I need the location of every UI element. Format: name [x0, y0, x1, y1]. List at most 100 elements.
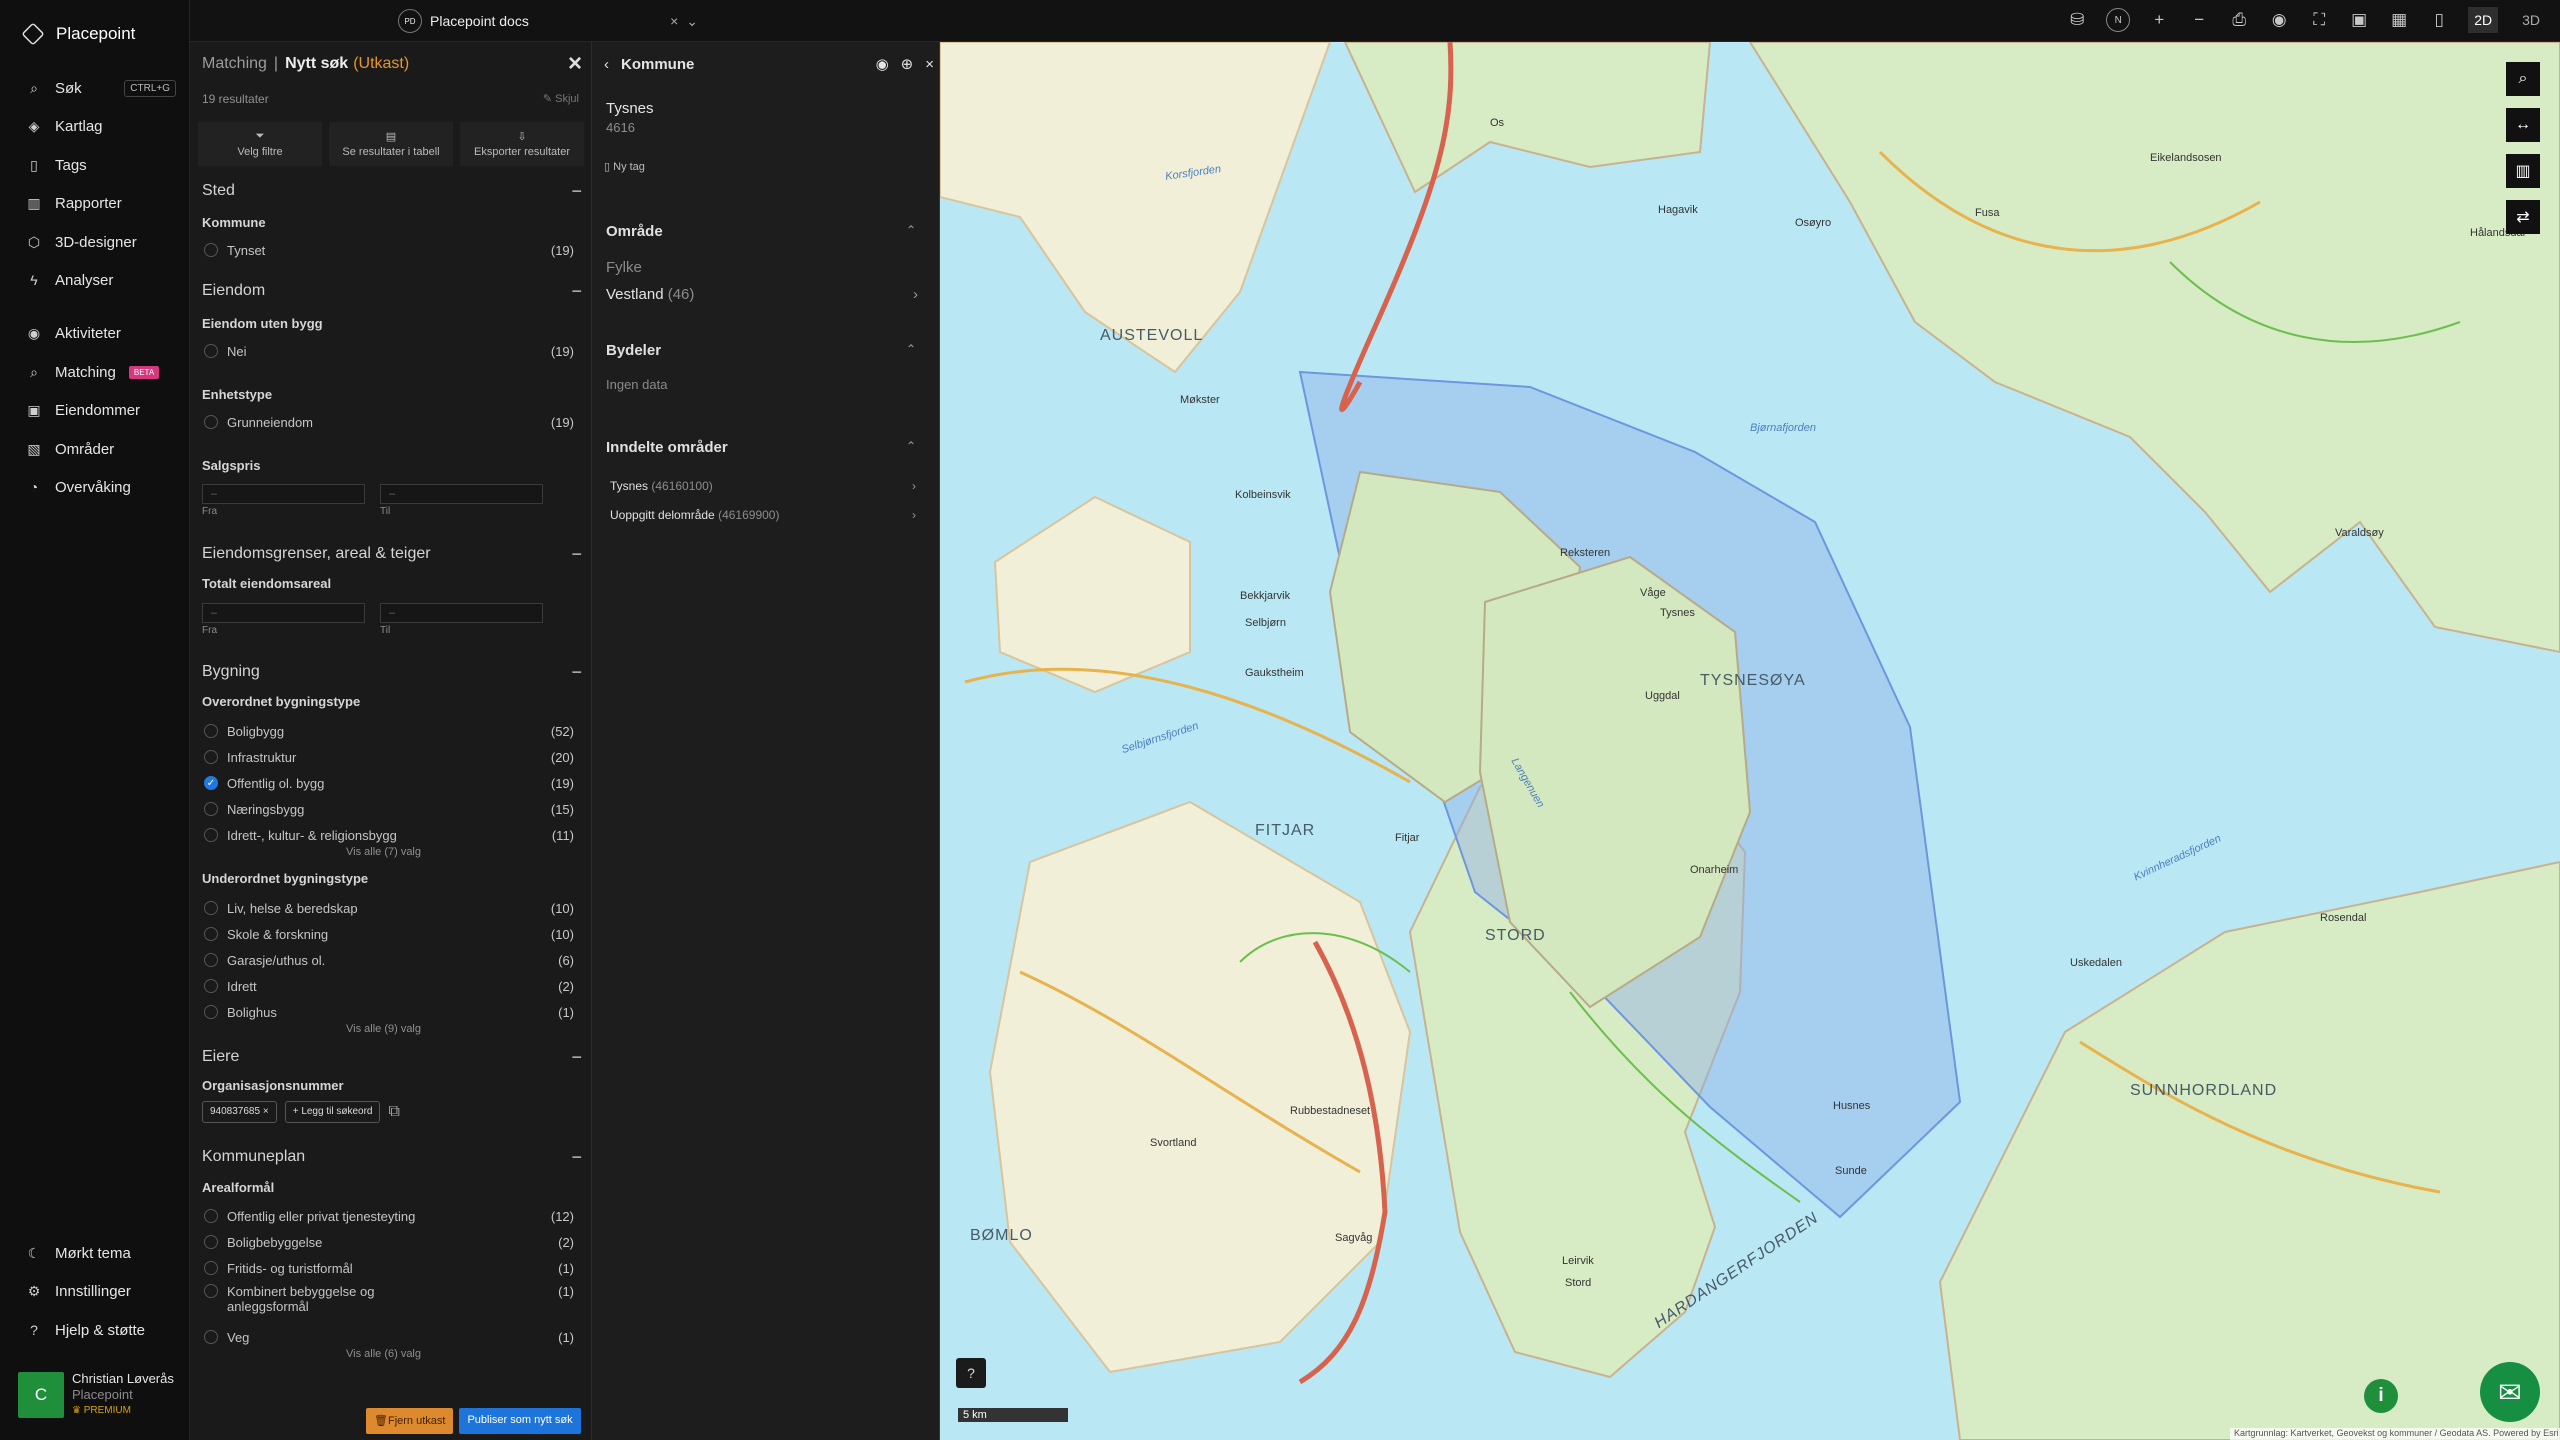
select-chevron-icon[interactable]: ⌄ [686, 13, 698, 30]
compass-icon[interactable]: N [2106, 8, 2131, 32]
measure-icon[interactable]: ↔ [2506, 108, 2540, 142]
nav-item-overvaking[interactable]: ◔ Overvåking [26, 473, 176, 501]
section-grenser[interactable]: Eiendomsgrenser, areal & teiger − [202, 542, 582, 566]
workspace-selector[interactable]: PD Placepoint docs × ⌄ [398, 8, 698, 34]
section-bydeler[interactable]: Bydeler ⌃ [606, 342, 916, 359]
add-search-button[interactable]: + Legg til søkeord [284, 1101, 381, 1123]
organization-chip[interactable]: 940837685 × [202, 1101, 277, 1123]
filter-option[interactable]: Fritids- og turistformål (1) [204, 1258, 574, 1278]
chart-icon[interactable]: ▥ [2506, 154, 2540, 188]
price-from-input[interactable]: – [202, 484, 365, 504]
checkbox[interactable] [204, 927, 218, 941]
chevron-up-icon[interactable]: ⌃ [906, 223, 916, 240]
map-canvas[interactable]: AUSTEVOLL Kolbeinsvik Møkster Bekkjarvik… [940, 42, 2560, 1440]
nav-item-3d-designer[interactable]: ⬡ 3D-designer [26, 228, 176, 256]
remove-draft-button[interactable]: 🗑Fjern utkast [366, 1408, 454, 1434]
layers-stack-icon[interactable]: ⛁ [2066, 9, 2088, 31]
collapse-icon[interactable]: − [571, 1147, 582, 1168]
filter-option[interactable]: Boligbebyggelse (2) [204, 1232, 574, 1252]
checkbox[interactable] [204, 344, 218, 358]
map-help-icon[interactable]: ? [956, 1358, 986, 1388]
back-icon[interactable]: ‹ [604, 56, 609, 73]
collapse-icon[interactable]: − [571, 662, 582, 683]
filter-option[interactable]: Offentlig eller privat tjenesteyting (12) [204, 1206, 574, 1226]
new-tag-button[interactable]: ▯ Ny tag [604, 160, 645, 173]
filter-option[interactable]: Kombinert bebyggelse og anleggsformål (1) [204, 1284, 574, 1322]
filter-option[interactable]: Grunneiendom (19) [204, 412, 574, 432]
checkbox[interactable] [204, 1261, 218, 1275]
checkbox[interactable] [204, 243, 218, 257]
filter-option[interactable]: Skole & forskning (10) [204, 924, 574, 944]
2d-mode-button[interactable]: 2D [2468, 7, 2499, 33]
filter-option[interactable]: Garasje/uthus ol. (6) [204, 950, 574, 970]
zoom-in-icon[interactable]: + [2148, 9, 2170, 31]
filter-option[interactable]: Liv, helse & beredskap (10) [204, 898, 574, 918]
chat-icon[interactable]: ✉ [2480, 1362, 2540, 1422]
eye-icon[interactable]: ◉ [2268, 9, 2290, 31]
zoom-out-icon[interactable]: − [2188, 9, 2210, 31]
filter-option[interactable]: Tynset (19) [204, 240, 574, 260]
area-from-input[interactable]: – [202, 603, 365, 623]
nav-item-eiendommer[interactable]: ▣ Eiendommer [26, 396, 176, 424]
collapse-icon[interactable]: − [571, 181, 582, 202]
checkbox[interactable] [204, 953, 218, 967]
fullscreen-icon[interactable]: ⛶ [2308, 9, 2330, 31]
bookmark-icon[interactable]: ▯ [2428, 9, 2450, 31]
checked-icon[interactable]: ✓ [204, 776, 218, 790]
chevron-up-icon[interactable]: ⌃ [906, 342, 916, 359]
nav-item-settings[interactable]: ⚙ Innstillinger [26, 1277, 176, 1305]
hide-button[interactable]: ✎ Skjul [543, 92, 579, 105]
checkbox[interactable] [204, 828, 218, 842]
county-row[interactable]: Vestland (46) › [606, 286, 918, 303]
close-icon[interactable]: × [568, 50, 582, 78]
remove-icon[interactable]: × [263, 1106, 269, 1117]
close-icon[interactable]: × [925, 56, 934, 73]
area-to-input[interactable]: – [380, 603, 543, 623]
eye-icon[interactable]: ◉ [876, 55, 889, 73]
nav-item-dark-theme[interactable]: ☾ Mørkt tema [26, 1239, 176, 1267]
view-table-button[interactable]: ▤ Se resultater i tabell [329, 122, 453, 166]
area-search-icon[interactable]: ⌕ [2506, 62, 2540, 96]
checkbox[interactable] [204, 750, 218, 764]
export-results-button[interactable]: ⇩ Eksporter resultater [460, 122, 584, 166]
section-bygning[interactable]: Bygning − [202, 660, 582, 684]
brand[interactable]: Placepoint [21, 20, 135, 48]
map-graphic[interactable] [940, 42, 2560, 1440]
nav-item-rapporter[interactable]: ▥ Rapporter [26, 189, 176, 217]
checkbox[interactable] [204, 1330, 218, 1344]
section-inndelte[interactable]: Inndelte områder ⌃ [606, 439, 916, 456]
nav-item-matching[interactable]: ⌕ Matching BETA [26, 358, 176, 386]
section-eiere[interactable]: Eiere − [202, 1045, 582, 1069]
filter-option[interactable]: Infrastruktur (20) [204, 747, 574, 767]
filter-option[interactable]: Boligbygg (52) [204, 721, 574, 741]
publish-button[interactable]: Publiser som nytt søk [459, 1408, 581, 1434]
filter-option[interactable]: Nei (19) [204, 341, 574, 361]
nav-item-help[interactable]: ? Hjelp & støtte [26, 1316, 176, 1344]
nav-item-aktiviteter[interactable]: ◉ Aktiviteter [26, 319, 176, 347]
section-eiendom[interactable]: Eiendom − [202, 279, 582, 303]
target-icon[interactable]: ⊕ [901, 55, 914, 73]
3d-mode-button[interactable]: 3D [2516, 7, 2546, 33]
section-omrade[interactable]: Område ⌃ [606, 223, 916, 240]
subdivision-row[interactable]: Uoppgitt delområde (46169900) › [610, 508, 916, 522]
show-all-link[interactable]: Vis alle (6) valg [346, 1348, 421, 1360]
filter-option[interactable]: Næringsbygg (15) [204, 799, 574, 819]
checkbox[interactable] [204, 901, 218, 915]
subdivision-row[interactable]: Tysnes (46160100) › [610, 479, 916, 493]
collapse-icon[interactable]: − [571, 544, 582, 565]
copy-icon[interactable]: ⧉ [388, 1103, 399, 1121]
filter-option-selected[interactable]: ✓ Offentlig ol. bygg (19) [204, 773, 574, 793]
checkbox[interactable] [204, 979, 218, 993]
filter-option[interactable]: Bolighus (1) [204, 1002, 574, 1022]
nav-item-analyser[interactable]: ϟ Analyser [26, 266, 176, 294]
clear-workspace-icon[interactable]: × [670, 13, 678, 29]
collapse-icon[interactable]: − [571, 281, 582, 302]
checkbox[interactable] [204, 724, 218, 738]
grid-icon[interactable]: ▦ [2388, 9, 2410, 31]
breadcrumb[interactable]: Matching [202, 55, 267, 73]
checkbox[interactable] [204, 802, 218, 816]
checkbox[interactable] [204, 1284, 218, 1298]
filter-option[interactable]: Idrett (2) [204, 976, 574, 996]
chevron-up-icon[interactable]: ⌃ [906, 439, 916, 456]
info-icon[interactable]: i [2364, 1379, 2398, 1413]
